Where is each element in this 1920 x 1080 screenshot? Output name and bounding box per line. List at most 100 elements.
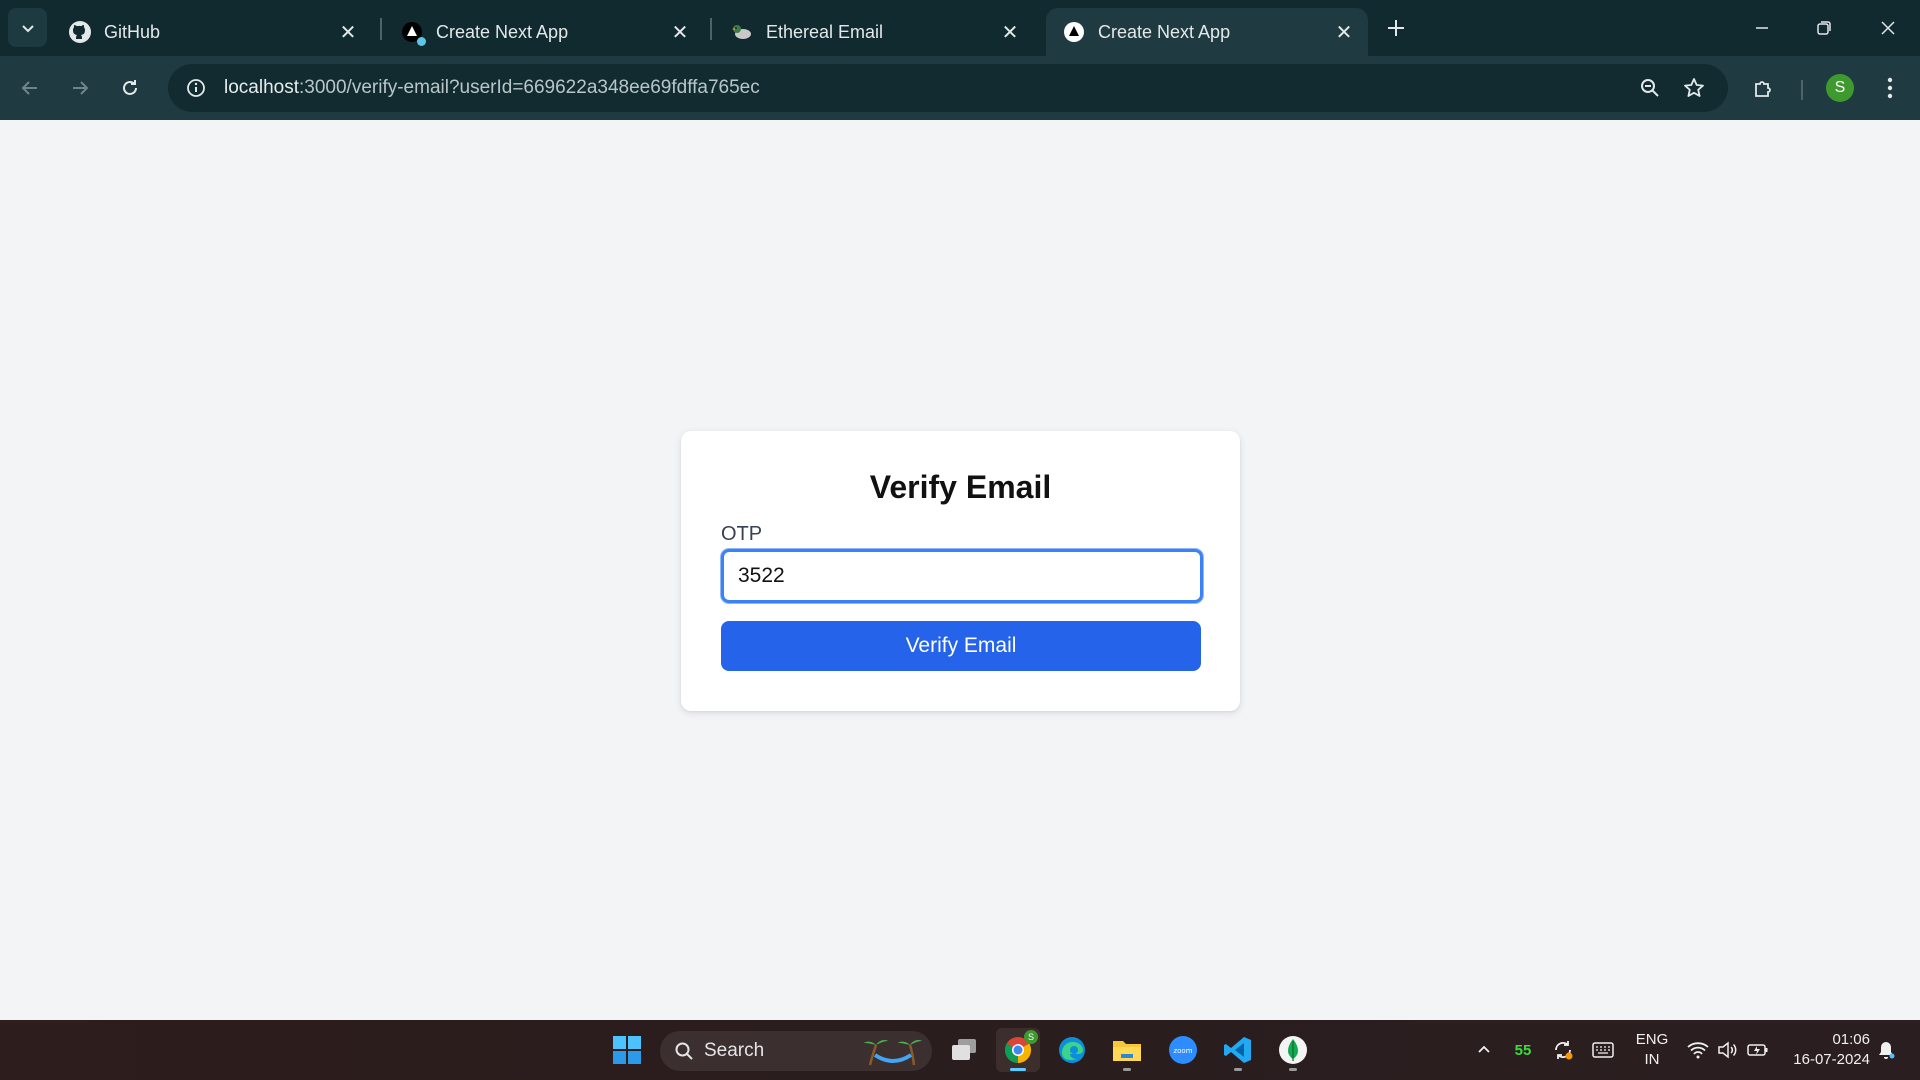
clock-date: 16-07-2024 bbox=[1793, 1051, 1870, 1068]
plus-icon bbox=[1388, 20, 1404, 36]
start-button[interactable] bbox=[605, 1028, 649, 1072]
sync-tray-icon[interactable] bbox=[1548, 1020, 1578, 1080]
show-hidden-icons-button[interactable] bbox=[1470, 1020, 1498, 1080]
close-icon[interactable]: ✕ bbox=[334, 18, 362, 46]
language-code: ENG bbox=[1635, 1031, 1669, 1048]
sync-icon bbox=[1555, 1041, 1573, 1060]
tab-title: GitHub bbox=[104, 21, 161, 42]
tab-create-next-app[interactable]: Create Next App ✕ bbox=[384, 8, 704, 56]
reload-button[interactable] bbox=[112, 70, 148, 106]
tab-create-next-app-active[interactable]: Create Next App ✕ bbox=[1046, 8, 1368, 56]
back-button[interactable] bbox=[12, 70, 48, 106]
profile-button[interactable]: S bbox=[1822, 70, 1858, 106]
windows-logo-icon bbox=[613, 1036, 641, 1064]
url-host: localhost bbox=[224, 77, 299, 98]
url-path: :3000/verify-email?userId=669622a348ee69… bbox=[299, 77, 760, 98]
keyboard-icon bbox=[1592, 1042, 1614, 1058]
running-indicator bbox=[1010, 1068, 1026, 1071]
running-indicator bbox=[1123, 1068, 1131, 1071]
restore-button[interactable] bbox=[1802, 8, 1846, 48]
profile-badge: S bbox=[1024, 1030, 1038, 1044]
tab-title: Create Next App bbox=[1098, 21, 1231, 42]
tab-title: Create Next App bbox=[436, 21, 569, 42]
mongodb-compass-taskbar-button[interactable] bbox=[1271, 1028, 1315, 1072]
tray-badge-55[interactable]: 55 bbox=[1508, 1020, 1538, 1080]
tab-search-button[interactable] bbox=[8, 8, 47, 47]
edge-taskbar-button[interactable] bbox=[1050, 1028, 1094, 1072]
new-tab-button[interactable] bbox=[1380, 12, 1412, 44]
running-indicator bbox=[1289, 1068, 1297, 1071]
wifi-tray-icon[interactable] bbox=[1684, 1020, 1712, 1080]
vscode-taskbar-button[interactable] bbox=[1216, 1028, 1260, 1072]
speaker-icon bbox=[1718, 1041, 1737, 1059]
url-text[interactable]: localhost:3000/verify-email?userId=66962… bbox=[224, 77, 760, 99]
edge-icon bbox=[1059, 1037, 1085, 1063]
search-label: Search bbox=[704, 1040, 765, 1061]
site-info-icon[interactable] bbox=[174, 66, 218, 110]
svg-text:zoom: zoom bbox=[1173, 1047, 1192, 1055]
mongodb-leaf-icon bbox=[1279, 1036, 1307, 1064]
bookmark-star-icon[interactable] bbox=[1676, 70, 1712, 106]
reload-icon bbox=[123, 80, 137, 95]
chevron-down-icon bbox=[21, 24, 34, 32]
ethereal-duck-icon bbox=[730, 20, 754, 44]
toolbar-divider bbox=[1801, 80, 1803, 100]
close-window-button[interactable] bbox=[1866, 8, 1910, 48]
clock-time: 01:06 bbox=[1832, 1031, 1870, 1048]
nextjs-icon bbox=[400, 20, 426, 46]
close-icon[interactable]: ✕ bbox=[1330, 18, 1358, 46]
tab-github[interactable]: GitHub ✕ bbox=[52, 8, 372, 56]
tab-divider bbox=[710, 18, 712, 40]
taskbar-search[interactable]: Search bbox=[660, 1031, 932, 1071]
tab-divider bbox=[380, 18, 382, 40]
keyboard-tray-icon[interactable] bbox=[1588, 1020, 1618, 1080]
close-icon[interactable]: ✕ bbox=[666, 18, 694, 46]
task-view-icon bbox=[952, 1039, 976, 1060]
bell-icon bbox=[1879, 1042, 1895, 1059]
zoom-icon[interactable] bbox=[1632, 70, 1668, 106]
otp-label: OTP bbox=[721, 523, 763, 545]
puzzle-icon bbox=[1755, 81, 1771, 97]
forward-button[interactable] bbox=[62, 70, 98, 106]
task-view-button[interactable] bbox=[942, 1028, 986, 1072]
browser-menu-button[interactable] bbox=[1872, 70, 1908, 106]
verify-email-card: Verify Email OTP Verify Email bbox=[681, 431, 1240, 711]
avatar: S bbox=[1826, 74, 1854, 102]
minimize-icon bbox=[1756, 27, 1768, 29]
region-code: IN bbox=[1644, 1051, 1660, 1068]
battery-tray-icon[interactable] bbox=[1744, 1020, 1772, 1080]
tab-ethereal-email[interactable]: Ethereal Email ✕ bbox=[714, 8, 1034, 56]
close-icon[interactable]: ✕ bbox=[996, 18, 1024, 46]
extensions-button[interactable] bbox=[1746, 70, 1782, 106]
nextjs-icon bbox=[1062, 20, 1086, 44]
otp-input[interactable] bbox=[721, 549, 1203, 603]
folder-icon bbox=[1113, 1041, 1141, 1061]
page-title: Verify Email bbox=[869, 469, 1052, 505]
close-icon bbox=[1881, 21, 1895, 35]
file-explorer-taskbar-button[interactable] bbox=[1105, 1028, 1149, 1072]
browser-toolbar: localhost:3000/verify-email?userId=66962… bbox=[0, 56, 1920, 120]
github-icon bbox=[68, 20, 92, 44]
language-indicator[interactable]: ENG IN bbox=[1632, 1030, 1672, 1070]
arrow-right-icon bbox=[73, 81, 89, 95]
battery-charging-icon bbox=[1747, 1044, 1768, 1056]
tab-title: Ethereal Email bbox=[766, 21, 884, 42]
system-clock[interactable]: 01:06 16-07-2024 bbox=[1780, 1030, 1870, 1070]
minimize-button[interactable] bbox=[1740, 8, 1784, 48]
running-indicator bbox=[1234, 1068, 1242, 1071]
zoom-taskbar-button[interactable]: zoom bbox=[1161, 1028, 1205, 1072]
volume-tray-icon[interactable] bbox=[1714, 1020, 1742, 1080]
notifications-button[interactable] bbox=[1872, 1020, 1900, 1080]
chrome-taskbar-button[interactable]: S bbox=[996, 1028, 1040, 1072]
page-viewport: Verify Email OTP Verify Email bbox=[0, 120, 1920, 1020]
verify-email-button[interactable]: Verify Email bbox=[721, 621, 1201, 671]
search-icon bbox=[675, 1042, 693, 1060]
more-vertical-icon bbox=[1887, 77, 1893, 99]
vscode-icon bbox=[1224, 1037, 1251, 1063]
tab-strip: GitHub ✕ Create Next App ✕ Ethereal Emai… bbox=[0, 0, 1920, 56]
activity-dot bbox=[417, 37, 426, 46]
address-bar[interactable]: localhost:3000/verify-email?userId=66962… bbox=[168, 64, 1728, 112]
restore-icon bbox=[1817, 21, 1831, 35]
arrow-left-icon bbox=[21, 81, 37, 95]
chevron-up-icon bbox=[1478, 1045, 1490, 1053]
